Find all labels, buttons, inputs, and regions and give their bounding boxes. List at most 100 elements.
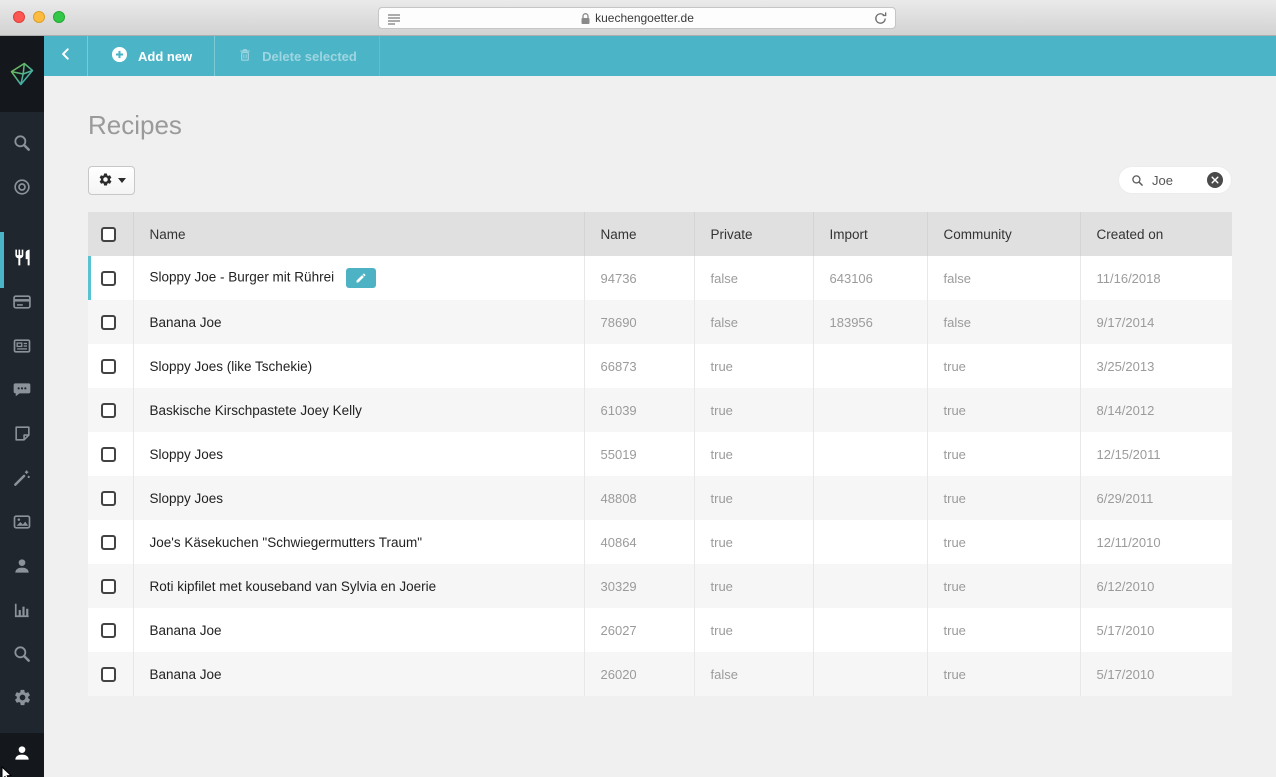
cell-created: 5/17/2010 bbox=[1080, 652, 1232, 696]
table-row[interactable]: Banana Joe26020falsetrue5/17/2010 bbox=[88, 652, 1232, 696]
column-header-id[interactable]: Name bbox=[584, 212, 694, 256]
address-bar[interactable]: kuechengoetter.de bbox=[378, 7, 896, 29]
sidebar-item-settings[interactable] bbox=[0, 678, 44, 722]
cell-community: true bbox=[927, 388, 1080, 432]
cell-created: 11/16/2018 bbox=[1080, 256, 1232, 300]
sidebar-nav bbox=[0, 112, 44, 722]
sidebar-item-users[interactable] bbox=[0, 546, 44, 590]
table-row[interactable]: Banana Joe26027truetrue5/17/2010 bbox=[88, 608, 1232, 652]
browser-titlebar: kuechengoetter.de bbox=[0, 0, 1276, 36]
table-row[interactable]: Joe's Käsekuchen "Schwiegermutters Traum… bbox=[88, 520, 1232, 564]
sidebar-item-comments[interactable] bbox=[0, 370, 44, 414]
column-header-community[interactable]: Community bbox=[927, 212, 1080, 256]
search-input[interactable] bbox=[1152, 173, 1204, 188]
cell-created: 12/11/2010 bbox=[1080, 520, 1232, 564]
row-checkbox[interactable] bbox=[101, 535, 116, 550]
table-row[interactable]: Baskische Kirschpastete Joey Kelly61039t… bbox=[88, 388, 1232, 432]
trash-icon bbox=[237, 46, 253, 66]
sidebar-item-tools[interactable] bbox=[0, 458, 44, 502]
column-header-private[interactable]: Private bbox=[694, 212, 813, 256]
row-checkbox[interactable] bbox=[101, 315, 116, 330]
clear-search-button[interactable] bbox=[1207, 172, 1223, 188]
cell-import bbox=[813, 388, 927, 432]
table-row[interactable]: Banana Joe78690false183956false9/17/2014 bbox=[88, 300, 1232, 344]
table-options-button[interactable] bbox=[88, 166, 135, 195]
row-checkbox[interactable] bbox=[101, 403, 116, 418]
table-row[interactable]: Roti kipfilet met kouseband van Sylvia e… bbox=[88, 564, 1232, 608]
sidebar-item-notes[interactable] bbox=[0, 414, 44, 458]
cell-private: true bbox=[694, 388, 813, 432]
sidebar-item-news[interactable] bbox=[0, 326, 44, 370]
newspaper-icon bbox=[12, 336, 32, 361]
close-window-button[interactable] bbox=[13, 11, 25, 23]
reload-icon[interactable] bbox=[873, 11, 888, 29]
row-checkbox[interactable] bbox=[101, 623, 116, 638]
cell-id: 94736 bbox=[584, 256, 694, 300]
select-all-checkbox[interactable] bbox=[101, 227, 116, 242]
table-row[interactable]: Sloppy Joes (like Tschekie)66873truetrue… bbox=[88, 344, 1232, 388]
recipe-name: Baskische Kirschpastete Joey Kelly bbox=[150, 403, 362, 418]
cell-private: false bbox=[694, 256, 813, 300]
cell-private: true bbox=[694, 564, 813, 608]
sidebar-item-target[interactable] bbox=[0, 167, 44, 211]
table-row[interactable]: Sloppy Joe - Burger mit Rührei94736false… bbox=[88, 256, 1232, 300]
recipe-name: Joe's Käsekuchen "Schwiegermutters Traum… bbox=[150, 535, 423, 550]
table-row[interactable]: Sloppy Joes55019truetrue12/15/2011 bbox=[88, 432, 1232, 476]
edit-button[interactable] bbox=[346, 268, 376, 288]
bar-chart-icon bbox=[12, 600, 32, 625]
app-logo[interactable] bbox=[0, 36, 44, 112]
gear-icon bbox=[13, 688, 32, 712]
search-icon bbox=[1131, 174, 1144, 187]
sidebar-item-recipes[interactable] bbox=[0, 238, 44, 282]
sidebar-item-search[interactable] bbox=[0, 123, 44, 167]
column-header-name[interactable]: Name bbox=[133, 212, 584, 256]
recipe-name: Banana Joe bbox=[150, 667, 222, 682]
zoom-window-button[interactable] bbox=[53, 11, 65, 23]
row-checkbox[interactable] bbox=[101, 359, 116, 374]
sidebar-item-lookup[interactable] bbox=[0, 634, 44, 678]
cell-private: false bbox=[694, 300, 813, 344]
table-header-row: Name Name Private Import Community Creat… bbox=[88, 212, 1232, 256]
cell-private: true bbox=[694, 608, 813, 652]
add-new-button[interactable]: Add new bbox=[88, 36, 215, 76]
delete-selected-button[interactable]: Delete selected bbox=[215, 36, 380, 76]
cell-id: 26020 bbox=[584, 652, 694, 696]
cell-community: true bbox=[927, 564, 1080, 608]
row-checkbox[interactable] bbox=[101, 579, 116, 594]
row-checkbox[interactable] bbox=[101, 491, 116, 506]
cell-private: true bbox=[694, 432, 813, 476]
cell-import bbox=[813, 652, 927, 696]
cell-private: true bbox=[694, 476, 813, 520]
table-row[interactable]: Sloppy Joes48808truetrue6/29/2011 bbox=[88, 476, 1232, 520]
account-icon bbox=[12, 743, 32, 768]
delete-selected-label: Delete selected bbox=[262, 49, 357, 64]
back-button[interactable] bbox=[44, 36, 88, 76]
user-icon bbox=[12, 556, 32, 581]
row-checkbox[interactable] bbox=[101, 271, 116, 286]
cell-community: true bbox=[927, 432, 1080, 476]
search-icon bbox=[12, 644, 32, 669]
row-checkbox[interactable] bbox=[101, 667, 116, 682]
sidebar bbox=[0, 36, 44, 777]
sidebar-item-stats[interactable] bbox=[0, 590, 44, 634]
column-header-import[interactable]: Import bbox=[813, 212, 927, 256]
cell-created: 6/12/2010 bbox=[1080, 564, 1232, 608]
minimize-window-button[interactable] bbox=[33, 11, 45, 23]
card-icon bbox=[12, 292, 32, 317]
row-checkbox[interactable] bbox=[101, 447, 116, 462]
cell-community: true bbox=[927, 652, 1080, 696]
cell-import: 643106 bbox=[813, 256, 927, 300]
sidebar-item-cards[interactable] bbox=[0, 282, 44, 326]
sidebar-item-media[interactable] bbox=[0, 502, 44, 546]
cell-community: true bbox=[927, 608, 1080, 652]
reader-mode-icon[interactable] bbox=[387, 12, 401, 29]
cell-id: 48808 bbox=[584, 476, 694, 520]
note-icon bbox=[13, 424, 32, 448]
mouse-cursor bbox=[1, 766, 13, 777]
cell-created: 6/29/2011 bbox=[1080, 476, 1232, 520]
cell-community: true bbox=[927, 476, 1080, 520]
cell-id: 30329 bbox=[584, 564, 694, 608]
chat-icon bbox=[12, 380, 32, 405]
column-header-created[interactable]: Created on bbox=[1080, 212, 1232, 256]
image-icon bbox=[12, 512, 32, 537]
